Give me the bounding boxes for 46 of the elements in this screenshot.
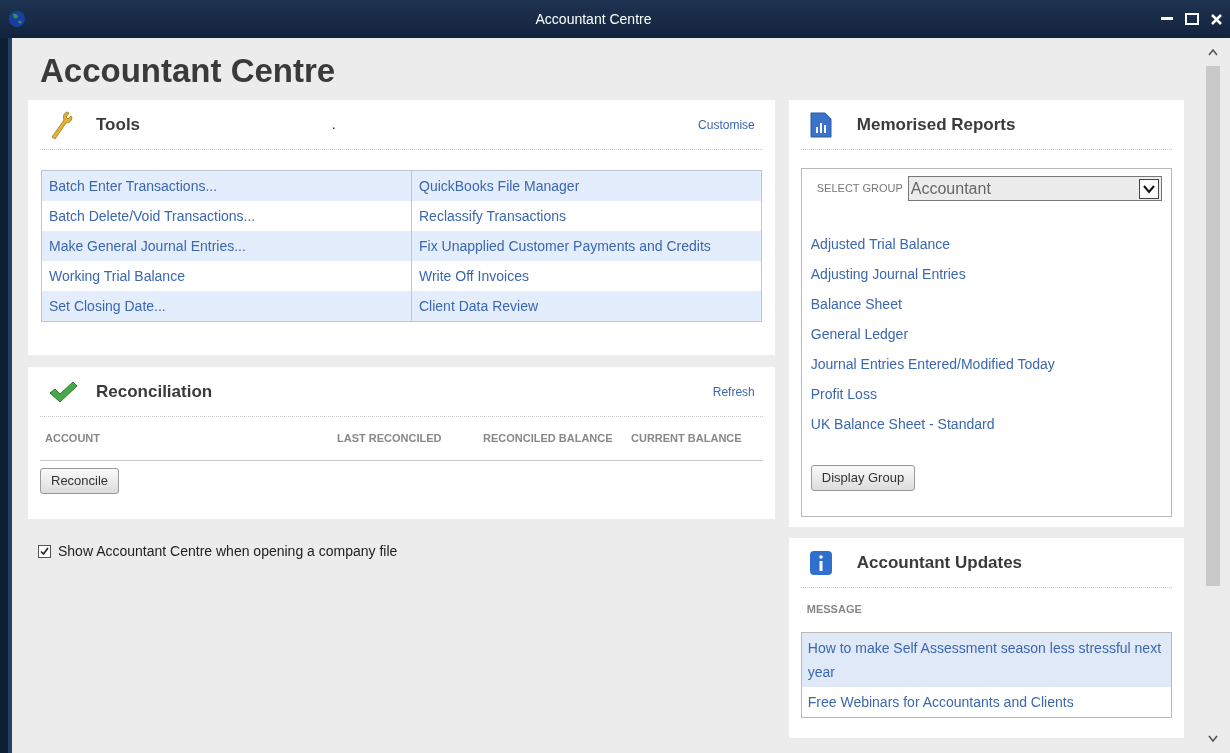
scroll-up-icon[interactable] xyxy=(1208,48,1218,56)
info-icon xyxy=(808,549,833,576)
column-header: MESSAGE xyxy=(806,602,863,617)
tool-link[interactable]: Fix Unapplied Customer Payments and Credits xyxy=(412,231,761,261)
maximize-icon[interactable] xyxy=(1185,13,1199,25)
close-icon[interactable] xyxy=(1211,13,1222,25)
reconcile-button[interactable]: Reconcile xyxy=(40,468,120,494)
refresh-link[interactable]: Refresh xyxy=(712,382,755,401)
column-header: RECONCILED BALANCE xyxy=(483,431,614,447)
tool-link[interactable]: Batch Enter Transactions... xyxy=(42,171,412,201)
report-link[interactable]: UK Balance Sheet - Standard xyxy=(810,409,995,439)
column-header: ACCOUNT xyxy=(45,431,101,447)
tool-link[interactable]: Client Data Review xyxy=(412,291,761,321)
display-group-button[interactable]: Display Group xyxy=(810,465,916,491)
report-link[interactable]: Journal Entries Entered/Modified Today xyxy=(810,349,1055,379)
minimize-icon[interactable] xyxy=(1161,17,1173,21)
group-dropdown[interactable]: Accountant xyxy=(907,176,1162,201)
globe-icon xyxy=(8,10,26,28)
scroll-down-icon[interactable] xyxy=(1208,735,1218,743)
message-link[interactable]: How to make Self Assessment season less stressful next year xyxy=(801,632,1171,687)
header-marker: . xyxy=(332,115,336,134)
panel-title: Tools xyxy=(96,113,141,136)
panel-title: Memorised Reports xyxy=(856,113,1016,136)
tool-link[interactable]: Set Closing Date... xyxy=(42,291,412,321)
select-label: SELECT GROUP xyxy=(816,181,903,197)
checkmark-icon xyxy=(48,379,78,404)
window-title: Accountant Centre xyxy=(534,9,653,29)
panel-title: Accountant Updates xyxy=(856,551,1023,574)
report-link[interactable]: Balance Sheet xyxy=(810,289,902,319)
tick-icon xyxy=(40,547,49,556)
column-header: LAST RECONCILED xyxy=(337,431,443,447)
report-icon xyxy=(808,110,833,139)
report-link[interactable]: Adjusting Journal Entries xyxy=(810,259,966,289)
panel-title: Reconciliation xyxy=(96,380,213,403)
checkbox-label: Show Accountant Centre when opening a company file xyxy=(58,542,398,561)
page-heading: Accountant Centre xyxy=(40,51,337,91)
customise-link[interactable]: Customise xyxy=(698,115,755,134)
report-link[interactable]: Adjusted Trial Balance xyxy=(810,229,951,259)
report-link[interactable]: General Ledger xyxy=(810,319,909,349)
report-link[interactable]: Profit Loss xyxy=(810,379,877,409)
tool-link[interactable]: QuickBooks File Manager xyxy=(412,171,761,201)
column-header: CURRENT BALANCE xyxy=(631,431,742,447)
tool-link[interactable]: Make General Journal Entries... xyxy=(42,231,412,261)
checkbox[interactable] xyxy=(38,545,51,558)
chevron-down-icon xyxy=(1139,178,1159,199)
scroll-thumb[interactable] xyxy=(1206,66,1220,586)
